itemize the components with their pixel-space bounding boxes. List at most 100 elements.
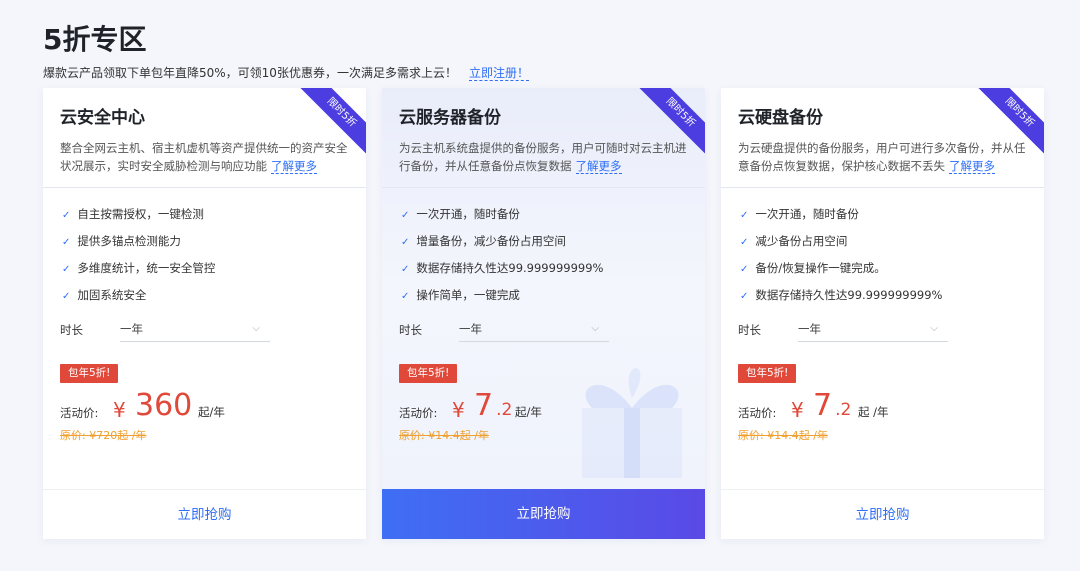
promo-subtitle: 爆款云产品领取下单包年直降50%，可领10张优惠券，一次满足多需求上云！ 立即注册… — [43, 64, 529, 81]
duration-value: 一年 — [459, 322, 482, 336]
feature-text: 操作简单，一键完成 — [416, 288, 520, 302]
feature-item: ✓ 多维度统计，统一安全管控 — [62, 260, 215, 287]
price-unit: 起/年 — [515, 405, 542, 419]
feature-item: ✓ 一次开通，随时备份 — [401, 206, 603, 233]
duration-select[interactable]: 一年 ⌵ — [798, 320, 948, 342]
discount-badge: 包年5折! — [738, 364, 797, 383]
feature-text: 数据存储持久性达99.999999999% — [755, 288, 943, 302]
feature-item: ✓ 加固系统安全 — [62, 287, 215, 314]
product-card-cloud-security: 限时5折 云安全中心 整合全网云主机、宿主机虚机等资产提供统一的资产安全状况展示… — [43, 88, 366, 539]
feature-item: ✓ 操作简单，一键完成 — [401, 287, 603, 314]
buy-now-button[interactable]: 立即抢购 — [382, 489, 705, 539]
check-icon: ✓ — [401, 237, 410, 248]
currency-symbol: ¥ — [452, 398, 465, 422]
check-icon: ✓ — [740, 291, 749, 302]
product-card-disk-backup: 限时5折 云硬盘备份 为云硬盘提供的备份服务，用户可进行多次备份，并从任意备份点… — [721, 88, 1044, 539]
duration-value: 一年 — [120, 322, 143, 336]
feature-list: ✓ 一次开通，随时备份 ✓ 增量备份，减少备份占用空间 ✓ 数据存储持久性达99.99… — [401, 206, 603, 314]
duration-row: 时长 一年 ⌵ — [738, 322, 948, 342]
price-amount: 360 — [135, 388, 192, 423]
promo-text: 爆款云产品领取下单包年直降50%，可领10张优惠券，一次满足多需求上云！ — [43, 66, 457, 80]
price-amount: 7.2 — [813, 388, 851, 423]
feature-item: ✓ 备份/恢复操作一键完成。 — [740, 260, 942, 287]
gift-illustration — [582, 368, 682, 478]
check-icon: ✓ — [62, 210, 71, 221]
feature-text: 自主按需授权，一键检测 — [77, 207, 204, 221]
price-label: 活动价: — [738, 406, 777, 420]
price-label: 活动价: — [399, 406, 438, 420]
duration-label: 时长 — [399, 323, 422, 337]
check-icon: ✓ — [740, 237, 749, 248]
price-unit: 起 /年 — [858, 405, 889, 419]
currency-symbol: ¥ — [113, 398, 126, 422]
feature-text: 减少备份占用空间 — [755, 234, 848, 248]
chevron-down-icon: ⌵ — [591, 323, 599, 334]
card-description: 为云硬盘提供的备份服务，用户可进行多次备份，并从任意备份点恢复数据，保护核心数据… — [738, 139, 1027, 175]
price-decimal: .2 — [835, 400, 852, 420]
duration-select[interactable]: 一年 ⌵ — [120, 320, 270, 342]
original-price: 原价: ¥14.4起 /年 — [399, 429, 489, 442]
description-text: 为云主机系统盘提供的备份服务，用户可随时对云主机进行备份，并从任意备份点恢复数据 — [399, 141, 687, 173]
price-integer: 7 — [813, 388, 833, 423]
duration-label: 时长 — [60, 323, 83, 337]
feature-item: ✓ 提供多锚点检测能力 — [62, 233, 215, 260]
duration-row: 时长 一年 ⌵ — [60, 322, 270, 342]
feature-text: 一次开通，随时备份 — [755, 207, 859, 221]
feature-text: 多维度统计，统一安全管控 — [77, 261, 216, 275]
price-integer: 360 — [135, 388, 193, 423]
product-card-server-backup: 限时5折 云服务器备份 为云主机系统盘提供的备份服务，用户可随时对云主机进行备份… — [382, 88, 705, 539]
buy-now-button[interactable]: 立即抢购 — [43, 489, 366, 539]
check-icon: ✓ — [62, 291, 71, 302]
learn-more-link[interactable]: 了解更多 — [949, 159, 995, 174]
check-icon: ✓ — [740, 264, 749, 275]
feature-text: 提供多锚点检测能力 — [77, 234, 181, 248]
discount-badge: 包年5折! — [399, 364, 458, 383]
original-price: 原价: ¥720起 /年 — [60, 429, 147, 442]
price-label: 活动价: — [60, 406, 99, 420]
check-icon: ✓ — [401, 210, 410, 221]
feature-text: 备份/恢复操作一键完成。 — [755, 261, 886, 275]
discount-badge: 包年5折! — [60, 364, 119, 383]
divider — [721, 187, 1044, 188]
feature-item: ✓ 自主按需授权，一键检测 — [62, 206, 215, 233]
original-price: 原价: ¥14.4起 /年 — [738, 429, 828, 442]
price-amount: 7.2 — [474, 388, 512, 423]
page-title: 5折专区 — [43, 23, 147, 56]
duration-label: 时长 — [738, 323, 761, 337]
duration-row: 时长 一年 ⌵ — [399, 322, 609, 342]
feature-text: 一次开通，随时备份 — [416, 207, 520, 221]
card-title: 云硬盘备份 — [738, 108, 823, 128]
check-icon: ✓ — [740, 210, 749, 221]
feature-text: 增量备份，减少备份占用空间 — [416, 234, 566, 248]
price-unit: 起/年 — [198, 405, 225, 419]
feature-list: ✓ 一次开通，随时备份 ✓ 减少备份占用空间 ✓ 备份/恢复操作一键完成。 ✓ 数据存储… — [740, 206, 942, 314]
check-icon: ✓ — [401, 291, 410, 302]
product-cards: 限时5折 云安全中心 整合全网云主机、宿主机虚机等资产提供统一的资产安全状况展示… — [43, 88, 1044, 540]
card-description: 为云主机系统盘提供的备份服务，用户可随时对云主机进行备份，并从任意备份点恢复数据… — [399, 139, 688, 175]
learn-more-link[interactable]: 了解更多 — [575, 159, 622, 174]
chevron-down-icon: ⌵ — [252, 323, 260, 334]
learn-more-link[interactable]: 了解更多 — [271, 159, 317, 174]
price-integer: 7 — [474, 388, 494, 423]
duration-select[interactable]: 一年 ⌵ — [459, 320, 609, 342]
feature-item: ✓ 一次开通，随时备份 — [740, 206, 942, 233]
card-description: 整合全网云主机、宿主机虚机等资产提供统一的资产安全状况展示，实时安全威胁检测与响… — [60, 139, 349, 175]
feature-text: 加固系统安全 — [77, 288, 147, 302]
feature-list: ✓ 自主按需授权，一键检测 ✓ 提供多锚点检测能力 ✓ 多维度统计，统一安全管控 ✓ 加… — [62, 206, 215, 314]
feature-item: ✓ 数据存储持久性达99.999999999% — [740, 287, 942, 314]
card-title: 云服务器备份 — [399, 108, 501, 128]
card-title: 云安全中心 — [60, 108, 145, 128]
feature-item: ✓ 数据存储持久性达99.999999999% — [401, 260, 603, 287]
register-link[interactable]: 立即注册！ — [468, 66, 529, 81]
duration-value: 一年 — [798, 322, 821, 336]
feature-text: 数据存储持久性达99.999999999% — [416, 261, 604, 275]
buy-now-button[interactable]: 立即抢购 — [721, 489, 1044, 539]
feature-item: ✓ 增量备份，减少备份占用空间 — [401, 233, 603, 260]
divider — [43, 187, 366, 188]
price-decimal: .2 — [496, 400, 513, 420]
chevron-down-icon: ⌵ — [930, 323, 938, 334]
check-icon: ✓ — [401, 264, 410, 275]
currency-symbol: ¥ — [791, 398, 804, 422]
check-icon: ✓ — [62, 264, 71, 275]
feature-item: ✓ 减少备份占用空间 — [740, 233, 942, 260]
